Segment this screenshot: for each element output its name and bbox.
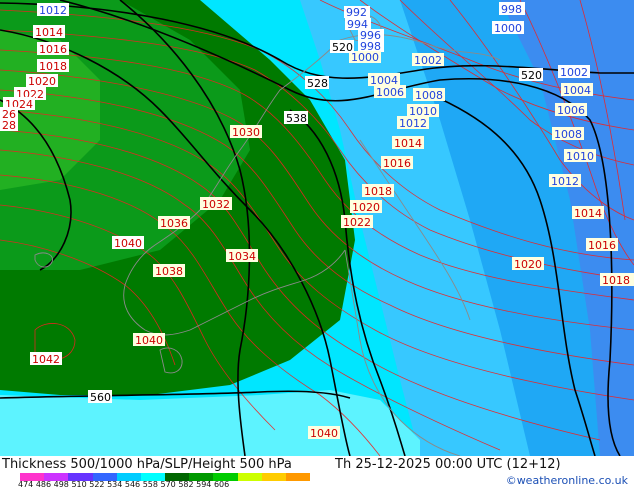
slp-label: 1022	[343, 216, 371, 229]
slp-label: 1008	[554, 128, 582, 141]
slp-label: 28	[2, 119, 16, 132]
slp-label: 1008	[415, 89, 443, 102]
slp-label: 1020	[514, 258, 542, 271]
slp-label: 1002	[414, 54, 442, 67]
slp-label: 1000	[351, 51, 379, 64]
slp-label: 1012	[39, 4, 67, 17]
slp-label: 1040	[135, 334, 163, 347]
height-label: 520	[521, 69, 542, 82]
slp-label: 1016	[383, 157, 411, 170]
slp-label: 1002	[560, 66, 588, 79]
slp-label: 1014	[574, 207, 602, 220]
thickness-field-lightcyan	[0, 390, 420, 456]
slp-label: 1020	[28, 75, 56, 88]
slp-label: 1012	[551, 175, 579, 188]
height-label: 538	[286, 112, 307, 125]
slp-label: 1020	[352, 201, 380, 214]
slp-label: 1042	[32, 353, 60, 366]
slp-label: 1000	[494, 22, 522, 35]
slp-label: 1014	[394, 137, 422, 150]
slp-label: 1014	[35, 26, 63, 39]
slp-label: 1038	[155, 265, 183, 278]
slp-label: 1034	[228, 250, 256, 263]
slp-label: 1006	[557, 104, 585, 117]
height-label: 528	[307, 77, 328, 90]
height-label: 520	[332, 41, 353, 54]
slp-label: 1010	[566, 150, 594, 163]
slp-label: 1012	[399, 117, 427, 130]
slp-label: 1016	[588, 239, 616, 252]
slp-label: 1006	[376, 86, 404, 99]
slp-label: 1004	[563, 84, 591, 97]
map-title: Thickness 500/1000 hPa/SLP/Height 500 hP…	[2, 457, 292, 472]
slp-label: 1016	[39, 43, 67, 56]
slp-label: 998	[501, 3, 522, 16]
slp-label: 1018	[602, 274, 630, 287]
height-label: 560	[90, 391, 111, 404]
slp-label: 1040	[114, 237, 142, 250]
credit-link[interactable]: ©weatheronline.co.uk	[506, 474, 628, 487]
slp-label: 1032	[202, 198, 230, 211]
slp-label: 1030	[232, 126, 260, 139]
slp-label: 1018	[364, 185, 392, 198]
valid-time: Th 25-12-2025 00:00 UTC (12+12)	[335, 457, 561, 472]
colorbar-ticks: 474 486 498 510 522 534 546 558 570 582 …	[18, 480, 230, 489]
slp-label: 1040	[310, 427, 338, 440]
map-footer: Thickness 500/1000 hPa/SLP/Height 500 hP…	[0, 456, 634, 490]
slp-label: 1036	[160, 217, 188, 230]
slp-label: 1018	[39, 60, 67, 73]
weather-map: 1012 1014 1016 1018 1020 1022 1024 26 28…	[0, 0, 634, 456]
